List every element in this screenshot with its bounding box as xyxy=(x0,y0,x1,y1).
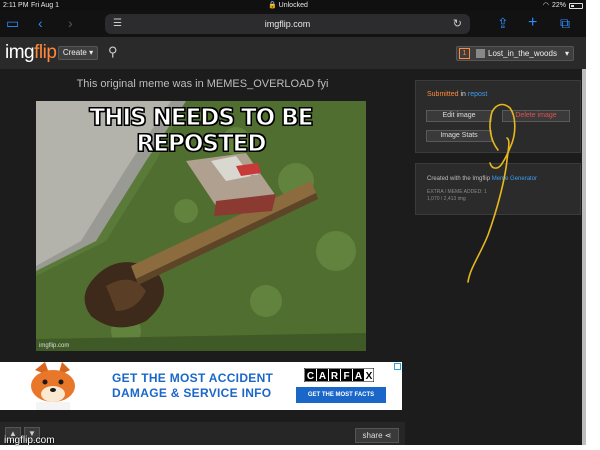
logo-text: img xyxy=(5,42,35,63)
status-bar: 2:11 PM Fri Aug 1 🔒 Unlocked ◠ 22% xyxy=(0,0,586,11)
battery-percent: 22% xyxy=(551,2,566,9)
meme-generator-link[interactable]: Meme Generator xyxy=(492,176,537,182)
svg-text:R: R xyxy=(331,371,339,382)
status-lock-label: Unlocked xyxy=(278,2,308,9)
created-with-line: Created with the Imgflip Meme Generator xyxy=(427,176,537,182)
tabs-icon[interactable]: ⧉ xyxy=(560,15,570,31)
screen: 2:11 PM Fri Aug 1 🔒 Unlocked ◠ 22% ▭ ‹ ›… xyxy=(0,0,586,445)
adchoices-icon[interactable] xyxy=(394,363,401,370)
carfax-ad[interactable]: GET THE MOST ACCIDENT DAMAGE & SERVICE I… xyxy=(0,362,402,410)
address-bar[interactable]: ☰ imgflip.com ↻ xyxy=(105,14,470,34)
image-meta: EXTRA / MEME ADDED: 1 1,070 / 2,413 img xyxy=(427,189,487,203)
image-actions-panel: Submitted in repost Edit image Delete im… xyxy=(415,80,581,153)
create-label: Create xyxy=(62,48,87,57)
image-stats-button[interactable]: Image Stats xyxy=(426,130,492,142)
svg-text:X: X xyxy=(366,371,373,382)
submitted-prefix: Submitted xyxy=(427,91,459,98)
imgflip-logo[interactable]: imgflip xyxy=(5,42,57,64)
submitted-line: Submitted in repost xyxy=(427,91,487,98)
svg-text:F: F xyxy=(343,371,349,382)
meme-image[interactable]: THIS NEEDS TO BE REPOSTED imgflip.com xyxy=(36,101,366,351)
share-icon: ⋖ xyxy=(384,431,392,440)
ad-headline: GET THE MOST ACCIDENT DAMAGE & SERVICE I… xyxy=(112,371,273,401)
search-icon[interactable]: ⚲ xyxy=(108,44,118,60)
logo-accent-text: flip xyxy=(34,42,57,63)
image-info-panel: Created with the Imgflip Meme Generator … xyxy=(415,163,581,215)
status-lock-text: 🔒 Unlocked xyxy=(268,2,308,9)
browser-toolbar: ▭ ‹ › ☰ imgflip.com ↻ ⇪ + ⧉ xyxy=(0,11,586,37)
chevron-down-icon: ▾ xyxy=(564,49,569,58)
chevron-down-icon: ▾ xyxy=(89,48,94,57)
scrollbar[interactable] xyxy=(582,69,586,445)
ad-headline-line1: GET THE MOST ACCIDENT xyxy=(112,371,274,385)
sidebar-icon[interactable]: ▭ xyxy=(6,15,19,31)
ad-headline-line2: DAMAGE & SERVICE INFO xyxy=(112,386,272,400)
meme-text: THIS NEEDS TO BE REPOSTED xyxy=(89,105,314,158)
svg-text:A: A xyxy=(319,371,326,382)
created-prefix: Created with the Imgflip xyxy=(427,176,491,182)
status-time: 2:11 PM xyxy=(3,2,29,9)
meta-line2: 1,070 / 2,413 img xyxy=(427,196,466,202)
post-action-bar: ▲ ▼ share ⋖ xyxy=(0,422,405,445)
back-arrow-icon[interactable]: ‹ xyxy=(38,15,43,31)
reload-icon[interactable]: ↻ xyxy=(453,14,462,34)
ad-fox-image xyxy=(0,362,105,410)
edit-image-button[interactable]: Edit image xyxy=(426,110,492,122)
wifi-icon: ◠ xyxy=(542,2,549,9)
status-date: Fri Aug 1 xyxy=(31,2,60,9)
username: Lost_in_the_woods xyxy=(488,49,557,58)
page-menu-icon[interactable]: ☰ xyxy=(113,14,122,34)
avatar xyxy=(476,49,485,58)
user-menu-button[interactable]: 1 Lost_in_the_woods ▾ xyxy=(456,46,574,61)
submitted-in: in xyxy=(460,91,466,98)
delete-image-button[interactable]: Delete image xyxy=(502,110,570,122)
share-button[interactable]: share ⋖ xyxy=(355,428,399,443)
create-button[interactable]: Create ▾ xyxy=(58,46,98,60)
carfax-logo: C A R F A X xyxy=(304,368,374,382)
share-label: share xyxy=(362,431,383,440)
meme-watermark: imgflip.com xyxy=(39,343,70,349)
stream-link[interactable]: repost xyxy=(468,91,487,98)
site-header: imgflip Create ▾ ⚲ 1 Lost_in_the_woods ▾ xyxy=(0,37,586,69)
forward-arrow-icon[interactable]: › xyxy=(68,15,73,31)
status-right: ◠ 22% xyxy=(543,0,583,11)
ad-cta-button[interactable]: GET THE MOST FACTS xyxy=(296,387,386,403)
url-text: imgflip.com xyxy=(264,19,311,29)
site-watermark: imgflip.com xyxy=(4,435,55,446)
battery-icon xyxy=(569,2,583,9)
share-icon[interactable]: ⇪ xyxy=(497,15,509,31)
notification-badge[interactable]: 1 xyxy=(459,48,470,59)
plus-icon[interactable]: + xyxy=(528,15,537,31)
svg-text:A: A xyxy=(355,371,362,382)
meta-line1: EXTRA / MEME ADDED: 1 xyxy=(427,189,487,195)
post-caption: This original meme was in MEMES_OVERLOAD… xyxy=(76,78,329,90)
svg-text:C: C xyxy=(307,371,314,382)
